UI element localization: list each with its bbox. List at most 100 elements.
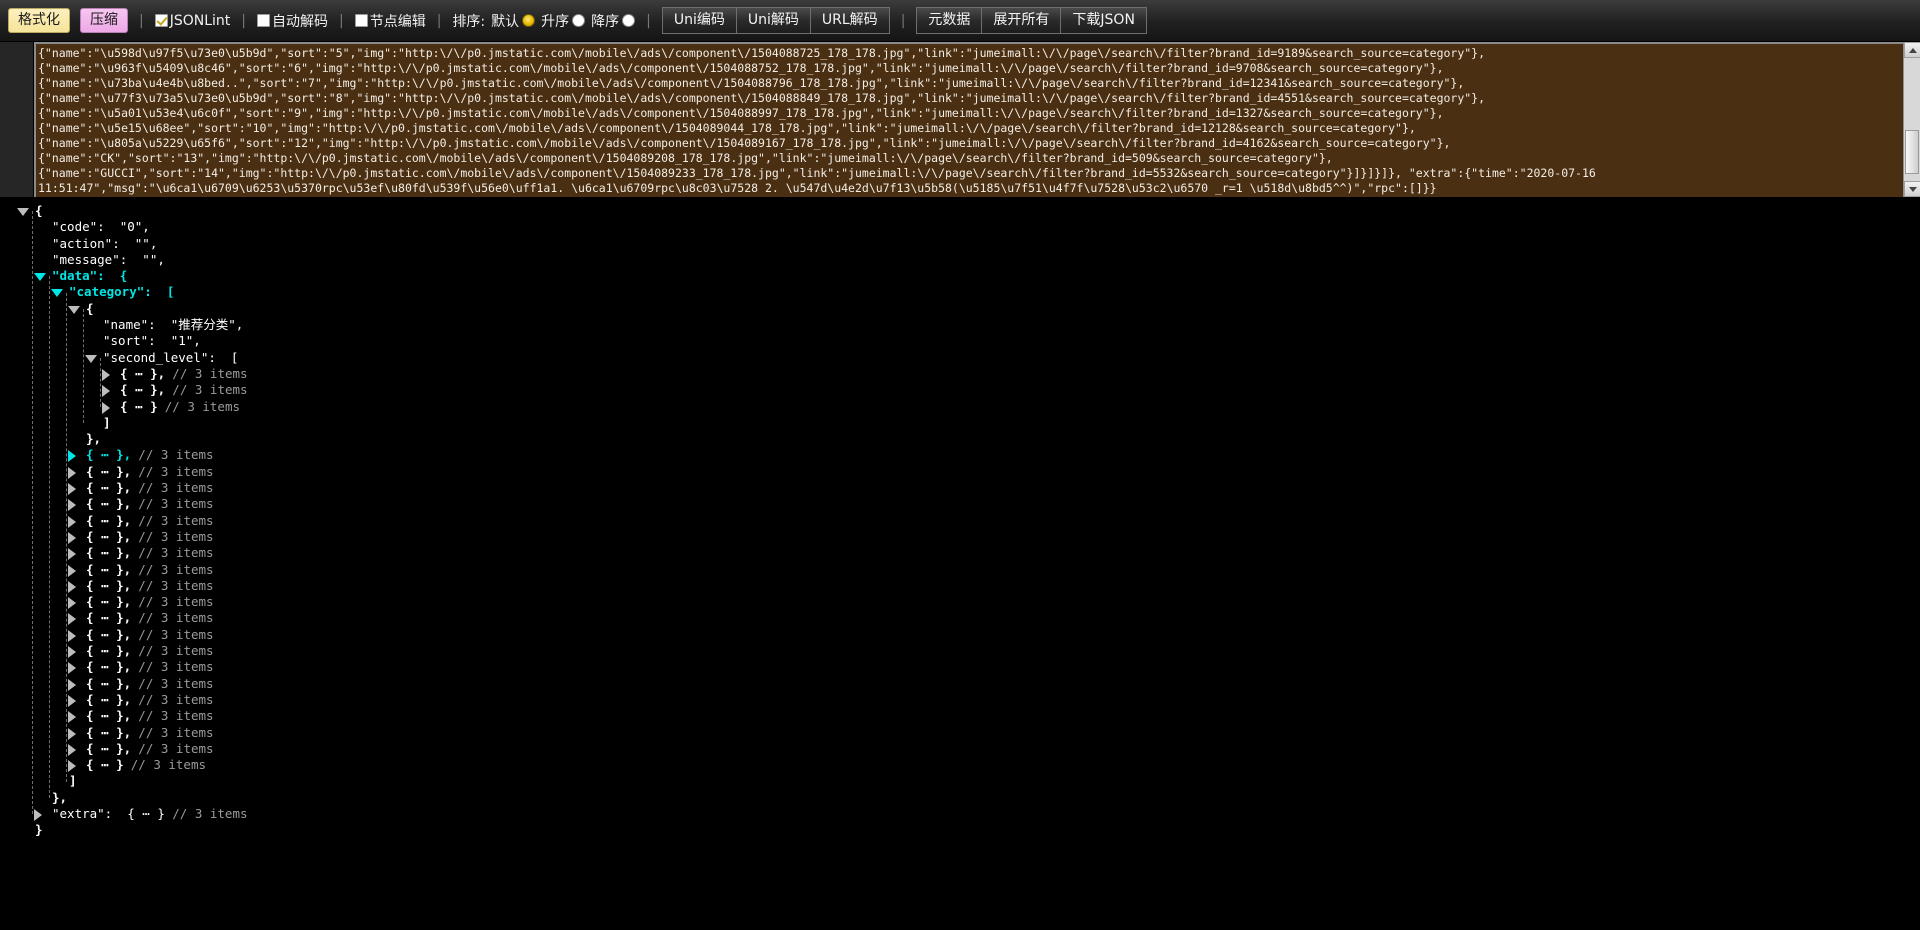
uni-decode-button[interactable]: Uni解码 [736, 6, 811, 35]
tree-row[interactable]: { ⋯ }, // 3 items [0, 562, 1920, 578]
tree-row[interactable]: "data": { [0, 268, 1920, 284]
tree-row[interactable]: ] [0, 415, 1920, 431]
tree-row[interactable]: { ⋯ }, // 3 items [0, 382, 1920, 398]
tree-row[interactable]: { ⋯ }, // 3 items [0, 692, 1920, 708]
raw-json-line: 11:51:47","msg":"\u6ca1\u6709\u6253\u537… [38, 181, 1437, 195]
tree-row[interactable]: { ⋯ }, // 3 items [0, 366, 1920, 382]
jsonlint-checkbox[interactable]: JSONLint [154, 13, 230, 29]
tree-row[interactable]: { ⋯ }, // 3 items [0, 447, 1920, 463]
expand-triangle-icon[interactable] [68, 646, 76, 659]
expand-triangle-icon[interactable] [68, 760, 76, 773]
tree-row[interactable]: "action": "", [0, 236, 1920, 252]
tree-row[interactable]: { ⋯ }, // 3 items [0, 708, 1920, 724]
expand-triangle-icon[interactable] [68, 678, 76, 691]
raw-json-textarea[interactable]: {"name":"\u598d\u97f5\u73e0\u5b9d","sort… [34, 42, 1920, 197]
tree-row[interactable]: { ⋯ }, // 3 items [0, 659, 1920, 675]
expand-triangle-icon[interactable] [34, 808, 42, 821]
tree-row[interactable]: { ⋯ }, // 3 items [0, 496, 1920, 512]
tree-row[interactable]: { ⋯ }, // 3 items [0, 741, 1920, 757]
expand-triangle-icon[interactable] [68, 515, 76, 528]
tree-row-item-count: // 3 items [138, 708, 214, 724]
tree-row[interactable]: } [0, 822, 1920, 838]
expand-triangle-icon[interactable] [102, 368, 110, 381]
tree-row[interactable]: { ⋯ }, // 3 items [0, 643, 1920, 659]
expand-triangle-icon[interactable] [68, 483, 76, 496]
tree-row[interactable]: "code": "0", [0, 219, 1920, 235]
collapse-triangle-icon[interactable] [51, 289, 63, 298]
tree-row[interactable]: ] [0, 773, 1920, 789]
sort-desc-label: 降序 [591, 13, 620, 30]
tree-row-item-count: // 3 items [138, 447, 214, 463]
tree-row[interactable]: { ⋯ }, // 3 items [0, 578, 1920, 594]
tree-row[interactable]: { ⋯ }, // 3 items [0, 627, 1920, 643]
tree-row[interactable]: { ⋯ }, // 3 items [0, 545, 1920, 561]
expand-triangle-icon[interactable] [68, 711, 76, 724]
expand-triangle-icon[interactable] [68, 662, 76, 675]
tree-row[interactable]: { ⋯ }, // 3 items [0, 610, 1920, 626]
tree-row[interactable]: "extra": { ⋯ } // 3 items [0, 806, 1920, 822]
autodecode-checkbox[interactable]: 自动解码 [257, 11, 328, 31]
expand-triangle-icon[interactable] [68, 450, 76, 463]
raw-editor-vertical-scrollbar[interactable] [1903, 42, 1920, 197]
tree-row[interactable]: { [0, 203, 1920, 219]
url-decode-button[interactable]: URL解码 [810, 6, 890, 35]
tree-row[interactable]: "message": "", [0, 252, 1920, 268]
scroll-down-arrow-icon[interactable] [1904, 181, 1920, 197]
compress-button[interactable]: 压缩 [80, 7, 128, 34]
expand-triangle-icon[interactable] [68, 531, 76, 544]
tree-row-text: { ⋯ }, [86, 496, 132, 512]
tree-row[interactable]: "sort": "1", [0, 333, 1920, 349]
expand-triangle-icon[interactable] [68, 580, 76, 593]
expand-triangle-icon[interactable] [68, 727, 76, 740]
expand-all-button[interactable]: 展开所有 [982, 6, 1062, 35]
nodeedit-checkbox[interactable]: 节点编辑 [354, 11, 426, 31]
download-json-button[interactable]: 下载JSON [1061, 6, 1147, 35]
tree-row[interactable]: { ⋯ }, // 3 items [0, 725, 1920, 741]
tree-row[interactable]: "name": "推荐分类", [0, 317, 1920, 333]
tree-row[interactable]: { ⋯ }, // 3 items [0, 529, 1920, 545]
tree-row-text: { [35, 203, 43, 218]
collapse-triangle-icon[interactable] [34, 273, 46, 282]
expand-triangle-icon[interactable] [68, 743, 76, 756]
tree-row[interactable]: { ⋯ }, // 3 items [0, 513, 1920, 529]
tree-row[interactable]: { ⋯ } // 3 items [0, 399, 1920, 415]
sort-desc-radio[interactable]: 降序 [591, 11, 636, 31]
expand-triangle-icon[interactable] [68, 597, 76, 610]
radio-icon [622, 14, 636, 27]
tree-row[interactable]: "second_level": [ [0, 350, 1920, 366]
sort-default-radio[interactable]: 默认 [491, 11, 536, 31]
expand-triangle-icon[interactable] [68, 548, 76, 561]
expand-triangle-icon[interactable] [68, 629, 76, 642]
tree-row[interactable]: "category": [ [0, 284, 1920, 300]
sort-asc-radio[interactable]: 升序 [541, 11, 586, 31]
collapse-triangle-icon[interactable] [85, 354, 97, 363]
tree-row[interactable]: { ⋯ }, // 3 items [0, 480, 1920, 496]
tree-row[interactable]: { ⋯ }, // 3 items [0, 464, 1920, 480]
metadata-button[interactable]: 元数据 [916, 6, 983, 35]
tree-row[interactable]: }, [0, 431, 1920, 447]
tree-row-text: { ⋯ }, [86, 561, 132, 577]
expand-triangle-icon[interactable] [68, 466, 76, 479]
json-tree-viewer[interactable]: {"code": "0", "action": "", "message": "",… [0, 197, 1920, 930]
uni-encode-button[interactable]: Uni编码 [661, 6, 737, 35]
expand-triangle-icon[interactable] [102, 401, 110, 414]
scrollbar-thumb[interactable] [1905, 130, 1919, 174]
collapse-triangle-icon[interactable] [68, 305, 80, 314]
tree-row-text: { ⋯ }, [86, 610, 132, 626]
expand-triangle-icon[interactable] [68, 694, 76, 707]
format-button[interactable]: 格式化 [8, 7, 70, 34]
tree-row[interactable]: { ⋯ }, // 3 items [0, 594, 1920, 610]
separator-3: | [339, 12, 344, 29]
tree-row[interactable]: }, [0, 790, 1920, 806]
expand-triangle-icon[interactable] [102, 385, 110, 398]
expand-triangle-icon[interactable] [68, 564, 76, 577]
expand-triangle-icon[interactable] [68, 499, 76, 512]
tree-row[interactable]: { [0, 301, 1920, 317]
radio-icon [522, 14, 536, 27]
scroll-up-arrow-icon[interactable] [1904, 42, 1920, 58]
tree-row[interactable]: { ⋯ }, // 3 items [0, 676, 1920, 692]
tree-row-item-count: // 3 items [138, 626, 214, 642]
collapse-triangle-icon[interactable] [17, 208, 29, 216]
tree-row[interactable]: { ⋯ } // 3 items [0, 757, 1920, 773]
expand-triangle-icon[interactable] [68, 613, 76, 626]
